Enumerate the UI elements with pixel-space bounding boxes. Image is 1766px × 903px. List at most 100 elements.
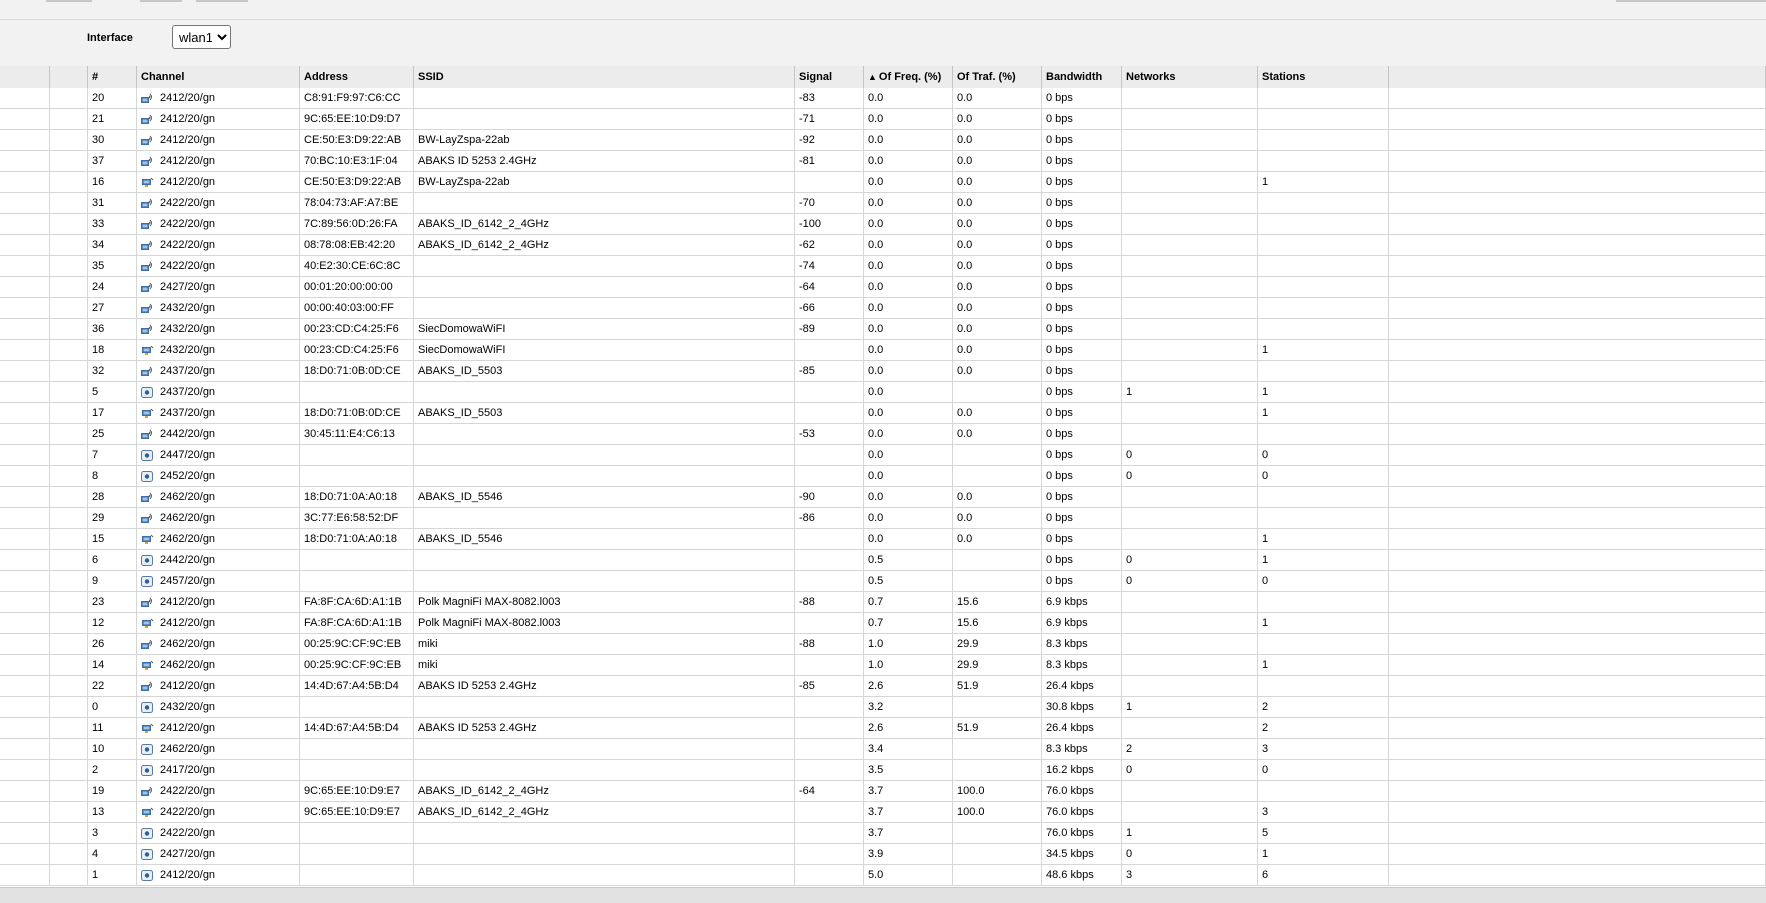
cell-stations-col: 1 (1258, 172, 1389, 192)
header-select-col[interactable] (0, 66, 50, 88)
table-row[interactable]: 34 2422/20/gn 08:78:08:EB:42:20 ABAKS_ID_61… (0, 235, 1766, 256)
table-row[interactable]: 24 2427/20/gn 00:01:20:00:00:00 -64 0.0 0.0 0 … (0, 277, 1766, 298)
table-row[interactable]: 23 2412/20/gn FA:8F:CA:6D:A1:1B Polk MagniF… (0, 592, 1766, 613)
cell-networks-col (1122, 613, 1258, 633)
cell-freq-col: 0.0 (864, 424, 953, 444)
cell-stations-col: 1 (1258, 613, 1389, 633)
cell-address-col (300, 823, 414, 843)
cell-channel-col: 2422/20/gn (137, 823, 300, 843)
cell-traf-col: 0.0 (953, 529, 1042, 549)
cell-filler-col (1389, 613, 1766, 633)
table-row[interactable]: 32 2437/20/gn 18:D0:71:0B:0D:CE ABAKS_ID_55… (0, 361, 1766, 382)
top-tab-1[interactable] (46, 0, 92, 2)
top-tab-4[interactable] (1616, 0, 1766, 2)
table-row[interactable]: 36 2432/20/gn 00:23:CD:C4:25:F6 SiecDomowaW… (0, 319, 1766, 340)
table-row[interactable]: 6 2442/20/gn 0.5 0 bps 0 1 (0, 550, 1766, 571)
header-stations-col[interactable]: Stations (1258, 66, 1389, 88)
cell-address-col: 00:23:CD:C4:25:F6 (300, 319, 414, 339)
cell-select-col (0, 382, 50, 402)
cell-filler-col (1389, 571, 1766, 591)
cell-freq-col: 0.0 (864, 88, 953, 108)
table-row[interactable]: 19 2422/20/gn 9C:65:EE:10:D9:E7 ABAKS_ID_61… (0, 781, 1766, 802)
horizontal-scrollbar[interactable] (0, 887, 1766, 903)
cell-ssid-col: Polk MagniFi MAX-8082.l003 (414, 613, 795, 633)
header-signal-col[interactable]: Signal (795, 66, 864, 88)
cell-flag-col (50, 151, 88, 171)
header-bandwidth-col[interactable]: Bandwidth (1042, 66, 1122, 88)
table-row[interactable]: 33 2422/20/gn 7C:89:56:0D:26:FA ABAKS_ID_61… (0, 214, 1766, 235)
access-point-icon (141, 282, 154, 293)
header-freq-col[interactable]: ▲ Of Freq. (%) (864, 66, 953, 88)
cell-channel-col: 2422/20/gn (137, 781, 300, 801)
cell-freq-col: 0.0 (864, 508, 953, 528)
table-row[interactable]: 13 2422/20/gn 9C:65:EE:10:D9:E7 ABAKS_ID_61… (0, 802, 1766, 823)
cell-stations-col (1258, 508, 1389, 528)
table-row[interactable]: 35 2422/20/gn 40:E2:30:CE:6C:8C -74 0.0 0.0 0 … (0, 256, 1766, 277)
table-row[interactable]: 10 2462/20/gn 3.4 8.3 kbps 2 3 (0, 739, 1766, 760)
table-row[interactable]: 16 2412/20/gn CE:50:E3:D9:22:AB BW-LayZspa-… (0, 172, 1766, 193)
table-row[interactable]: 30 2412/20/gn CE:50:E3:D9:22:AB BW-LayZspa-… (0, 130, 1766, 151)
header-networks-col[interactable]: Networks (1122, 66, 1258, 88)
top-tab-2[interactable] (140, 0, 182, 2)
table-row[interactable]: 22 2412/20/gn 14:4D:67:A4:5B:D4 ABAKS ID 52… (0, 676, 1766, 697)
table-row[interactable]: 27 2432/20/gn 00:00:40:03:00:FF -66 0.0 0.0 0 … (0, 298, 1766, 319)
cell-signal-col (795, 802, 864, 822)
cell-signal-col: -66 (795, 298, 864, 318)
sort-ascending-icon: ▲ (868, 72, 877, 82)
table-row[interactable]: 20 2412/20/gn C8:91:F9:97:C6:CC -83 0.0 0.0 0 … (0, 88, 1766, 109)
table-row[interactable]: 15 2462/20/gn 18:D0:71:0A:A0:18 ABAKS_ID_55… (0, 529, 1766, 550)
cell-flag-col (50, 466, 88, 486)
table-row[interactable]: 8 2452/20/gn 0.0 0 bps 0 0 (0, 466, 1766, 487)
header-ssid-col[interactable]: SSID (414, 66, 795, 88)
cell-num-col: 10 (88, 739, 137, 759)
cell-bandwidth-col: 76.0 kbps (1042, 823, 1122, 843)
header-flag-col[interactable] (50, 66, 88, 88)
cell-signal-col (795, 823, 864, 843)
table-row[interactable]: 2 2417/20/gn 3.5 16.2 kbps 0 0 (0, 760, 1766, 781)
cell-select-col (0, 697, 50, 717)
interface-select[interactable]: wlan1 (172, 25, 231, 49)
access-point-icon (141, 597, 154, 608)
header-channel-col[interactable]: Channel (137, 66, 300, 88)
cell-filler-col (1389, 739, 1766, 759)
header-num-col[interactable]: # (88, 66, 137, 88)
cell-bandwidth-col: 16.2 kbps (1042, 760, 1122, 780)
table-row[interactable]: 31 2422/20/gn 78:04:73:AF:A7:BE -70 0.0 0.0 0 … (0, 193, 1766, 214)
cell-ssid-col (414, 424, 795, 444)
top-tab-3[interactable] (196, 0, 248, 2)
header-label: # (92, 71, 99, 83)
table-row[interactable]: 1 2412/20/gn 5.0 48.6 kbps 3 6 (0, 865, 1766, 886)
cell-freq-col: 3.4 (864, 739, 953, 759)
table-row[interactable]: 17 2437/20/gn 18:D0:71:0B:0D:CE ABAKS_ID_55… (0, 403, 1766, 424)
table-row[interactable]: 37 2412/20/gn 70:BC:10:E3:1F:04 ABAKS ID 52… (0, 151, 1766, 172)
header-address-col[interactable]: Address (300, 66, 414, 88)
table-row[interactable]: 9 2457/20/gn 0.5 0 bps 0 0 (0, 571, 1766, 592)
channel-value: 2462/20/gn (160, 743, 216, 755)
table-row[interactable]: 4 2427/20/gn 3.9 34.5 kbps 0 1 (0, 844, 1766, 865)
header-traf-col[interactable]: Of Traf. (%) (953, 66, 1042, 88)
table-row[interactable]: 26 2462/20/gn 00:25:9C:CF:9C:EB miki -88 1.0 2… (0, 634, 1766, 655)
cell-filler-col (1389, 655, 1766, 675)
table-row[interactable]: 14 2462/20/gn 00:25:9C:CF:9C:EB miki 1.0 29.9… (0, 655, 1766, 676)
table-row[interactable]: 12 2412/20/gn FA:8F:CA:6D:A1:1B Polk MagniF… (0, 613, 1766, 634)
cell-bandwidth-col: 6.9 kbps (1042, 592, 1122, 612)
table-row[interactable]: 11 2412/20/gn 14:4D:67:A4:5B:D4 ABAKS ID 52… (0, 718, 1766, 739)
cell-bandwidth-col: 0 bps (1042, 109, 1122, 129)
cell-address-col: 00:23:CD:C4:25:F6 (300, 340, 414, 360)
table-row[interactable]: 18 2432/20/gn 00:23:CD:C4:25:F6 SiecDomowaW… (0, 340, 1766, 361)
table-row[interactable]: 28 2462/20/gn 18:D0:71:0A:A0:18 ABAKS_ID_55… (0, 487, 1766, 508)
cell-freq-col: 0.0 (864, 130, 953, 150)
cell-networks-col: 0 (1122, 550, 1258, 570)
channel-icon (141, 743, 154, 755)
table-row[interactable]: 21 2412/20/gn 9C:65:EE:10:D9:D7 -71 0.0 0.0 0 … (0, 109, 1766, 130)
cell-filler-col (1389, 634, 1766, 654)
table-row[interactable]: 7 2447/20/gn 0.0 0 bps 0 0 (0, 445, 1766, 466)
table-row[interactable]: 0 2432/20/gn 3.2 30.8 kbps 1 2 (0, 697, 1766, 718)
cell-filler-col (1389, 676, 1766, 696)
table-row[interactable]: 29 2462/20/gn 3C:77:E6:58:52:DF -86 0.0 0.0 0 … (0, 508, 1766, 529)
table-row[interactable]: 3 2422/20/gn 3.7 76.0 kbps 1 5 (0, 823, 1766, 844)
table-row[interactable]: 5 2437/20/gn 0.0 0 bps 1 1 (0, 382, 1766, 403)
header-filler-col[interactable] (1389, 66, 1766, 88)
cell-signal-col: -92 (795, 130, 864, 150)
table-row[interactable]: 25 2442/20/gn 30:45:11:E4:C6:13 -53 0.0 0.0 0 … (0, 424, 1766, 445)
